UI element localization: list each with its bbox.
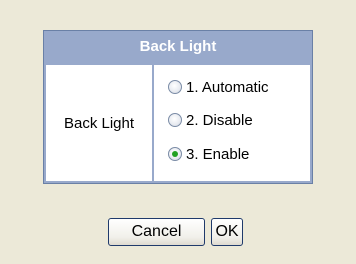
panel-title: Back Light	[44, 31, 312, 63]
radio-enable[interactable]	[168, 147, 182, 161]
option-disable[interactable]: 2. Disable	[168, 109, 253, 131]
back-light-panel: Back Light Back Light 1. Automatic 2. Di…	[43, 30, 313, 184]
option-enable[interactable]: 3. Enable	[168, 143, 249, 165]
cancel-button[interactable]: Cancel	[108, 218, 205, 246]
back-light-label: Back Light	[46, 65, 152, 181]
option-disable-label: 2. Disable	[186, 111, 253, 129]
radio-automatic[interactable]	[168, 80, 182, 94]
option-enable-label: 3. Enable	[186, 145, 250, 163]
ok-button[interactable]: OK	[211, 218, 243, 246]
back-light-options: 1. Automatic 2. Disable 3. Enable	[154, 65, 310, 181]
radio-disable[interactable]	[168, 113, 182, 127]
panel-body: Back Light 1. Automatic 2. Disable 3. En…	[44, 63, 312, 183]
option-automatic[interactable]: 1. Automatic	[168, 76, 269, 98]
option-automatic-label: 1. Automatic	[186, 78, 269, 96]
